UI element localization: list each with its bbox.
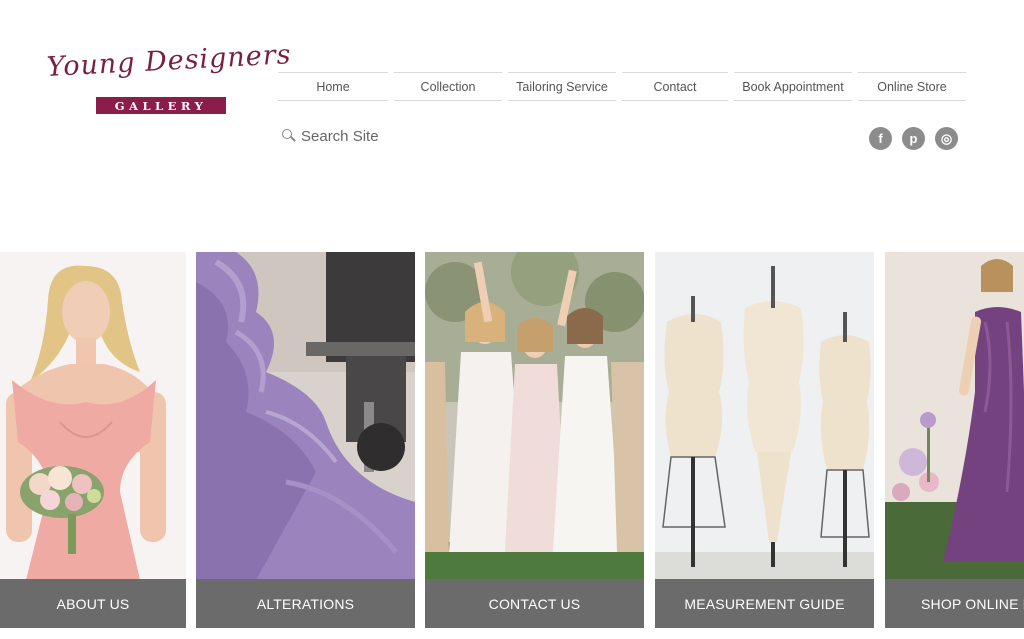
logo-script-text: Young Designers [46,39,293,83]
bridesmaids-celebrating-image [425,252,644,580]
nav-item-home[interactable]: Home [278,72,388,101]
tile-label-about-us: ABOUT US [0,579,186,628]
tile-label-measurement-guide: MEASUREMENT GUIDE [655,579,874,628]
social-links: f p ◎ [869,127,958,150]
tile-label-contact-us: CONTACT US [425,579,644,628]
feature-tiles: ABOUT US ALTERATIONS CONTACT US MEASUREM… [0,252,1024,628]
main-nav: Home Collection Tailoring Service Contac… [278,72,970,102]
tile-shop-online[interactable]: SHOP ONLINE FO [885,252,1024,628]
tile-measurement-guide[interactable]: MEASUREMENT GUIDE [655,252,874,628]
site-logo[interactable]: Young Designers GALLERY [46,39,292,120]
tile-contact-us[interactable]: CONTACT US [425,252,644,628]
instagram-icon[interactable]: ◎ [935,127,958,150]
nav-item-collection[interactable]: Collection [394,72,502,101]
nav-item-tailoring-service[interactable]: Tailoring Service [508,72,616,101]
search-input[interactable] [301,127,421,145]
bridesmaid-blush-dress-image [0,252,186,580]
facebook-icon[interactable]: f [869,127,892,150]
tile-label-alterations: ALTERATIONS [196,579,415,628]
pinterest-icon[interactable]: p [902,127,925,150]
nav-item-online-store[interactable]: Online Store [858,72,966,101]
nav-item-contact[interactable]: Contact [622,72,728,101]
lavender-fabric-sewing-image [196,252,415,580]
site-search[interactable] [282,125,432,147]
search-icon[interactable] [282,129,296,143]
logo-gallery-bar: GALLERY [96,97,226,114]
tile-alterations[interactable]: ALTERATIONS [196,252,415,628]
nav-item-book-appointment[interactable]: Book Appointment [734,72,852,101]
dress-forms-image [655,252,874,580]
purple-gown-image [885,252,1024,580]
tile-about-us[interactable]: ABOUT US [0,252,186,628]
tile-label-shop-online: SHOP ONLINE FO [885,579,1024,628]
